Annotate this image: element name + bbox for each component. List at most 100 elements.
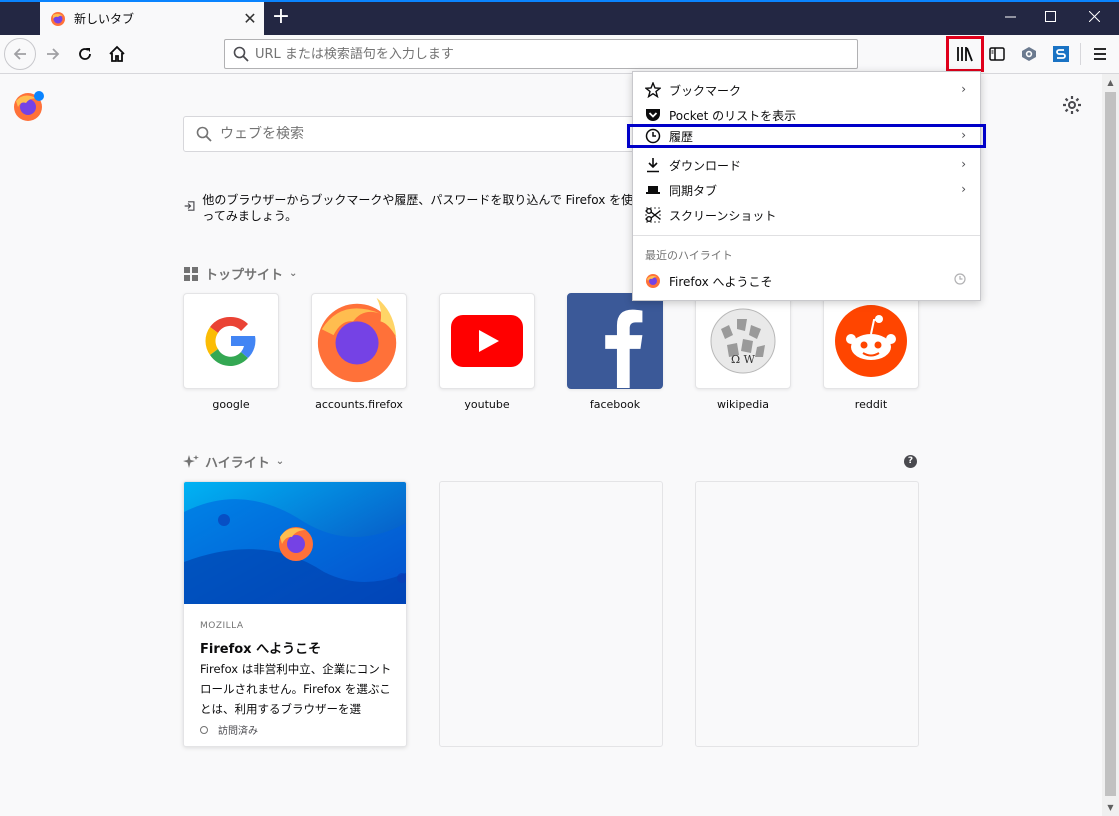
maximize-button[interactable] xyxy=(1028,4,1072,32)
library-menu: ブックマーク › Pocket のリストを表示 履歴 › ダウンロード › 同期… xyxy=(627,71,986,301)
visited-label: 訪問済み xyxy=(218,726,258,737)
facebook-tile-image xyxy=(567,293,663,389)
screenshot-extension-button[interactable] xyxy=(1046,39,1076,69)
gear-icon[interactable] xyxy=(1062,95,1082,115)
reload-button[interactable] xyxy=(70,39,100,69)
home-icon xyxy=(109,45,125,62)
tile-label: youtube xyxy=(464,398,510,411)
scroll-up-arrow[interactable]: ▲ xyxy=(1102,74,1119,91)
wikipedia-tile-image: Ω W xyxy=(695,293,791,389)
chevron-down-icon: ⌄ xyxy=(275,456,285,467)
reddit-tile-image xyxy=(823,293,919,389)
scroll-thumb[interactable] xyxy=(1105,92,1116,796)
youtube-tile-image xyxy=(439,293,535,389)
help-icon[interactable]: ? xyxy=(904,455,917,468)
url-input[interactable] xyxy=(255,46,857,62)
menu-item-label: ダウンロード xyxy=(669,158,742,173)
wikipedia-icon: Ω W xyxy=(710,308,776,374)
menu-item-screenshots[interactable]: スクリーンショット xyxy=(633,203,980,227)
menu-item-history[interactable]: 履歴 › xyxy=(627,124,986,148)
top-site-tile[interactable]: reddit xyxy=(823,293,919,411)
firefox-tile-image xyxy=(311,293,407,389)
recent-highlights-heading: 最近のハイライト xyxy=(645,249,733,262)
library-button[interactable] xyxy=(946,36,984,72)
url-bar[interactable] xyxy=(224,39,858,69)
menu-item-downloads[interactable]: ダウンロード › xyxy=(633,153,980,177)
menu-item-synced-tabs[interactable]: 同期タブ › xyxy=(633,178,980,202)
web-search-input[interactable] xyxy=(220,126,662,142)
vertical-scrollbar[interactable]: ▲ ▼ xyxy=(1102,74,1119,816)
top-site-tile[interactable]: facebook xyxy=(567,293,663,411)
maximize-icon xyxy=(1044,11,1056,22)
menu-item-label: Firefox へようこそ xyxy=(669,274,773,289)
library-icon xyxy=(957,47,973,62)
import-message[interactable]: 他のブラウザーからブックマークや履歴、パスワードを取り込んで Firefox を… xyxy=(183,192,643,224)
sparkle-icon xyxy=(183,454,199,468)
tile-label: accounts.firefox xyxy=(315,398,403,411)
minimize-button[interactable] xyxy=(988,4,1032,32)
menu-item-label: 履歴 xyxy=(669,129,694,144)
chevron-right-icon: › xyxy=(961,182,966,196)
firefox-logo-icon xyxy=(14,91,44,121)
eye-extension-icon xyxy=(1022,47,1036,61)
menu-item-recent-highlight[interactable]: Firefox へようこそ xyxy=(633,269,980,293)
clock-icon xyxy=(954,273,966,288)
sidebar-button[interactable] xyxy=(982,39,1012,69)
highlights-header[interactable]: ハイライト ⌄ xyxy=(183,452,284,471)
visited-icon xyxy=(200,725,208,734)
import-icon xyxy=(184,201,195,211)
highlight-source: MOZILLA xyxy=(200,621,244,631)
scroll-down-arrow[interactable]: ▼ xyxy=(1102,799,1119,816)
menu-button[interactable] xyxy=(1085,39,1115,69)
menu-item-bookmarks[interactable]: ブックマーク › xyxy=(633,78,980,102)
firefox-icon xyxy=(51,11,65,26)
top-site-tile[interactable]: accounts.firefox xyxy=(311,293,407,411)
tile-label: wikipedia xyxy=(716,398,769,411)
youtube-icon xyxy=(451,315,523,367)
highlight-description: Firefox は非営利中立、企業にコントロールされません。Firefox を選… xyxy=(200,662,392,716)
firefox-icon xyxy=(317,297,397,383)
forward-arrow-icon xyxy=(47,48,60,60)
top-site-tile[interactable]: google xyxy=(183,293,279,411)
synced-tabs-icon xyxy=(645,182,661,198)
new-tab-button[interactable]: + xyxy=(266,4,296,32)
nav-bar xyxy=(0,35,1119,74)
star-icon xyxy=(645,82,661,98)
tab-title: 新しいタブ xyxy=(74,12,135,26)
top-sites-title: トップサイト xyxy=(205,268,284,283)
chevron-right-icon: › xyxy=(961,82,966,96)
tab-new-tab[interactable]: 新しいタブ ✕ xyxy=(40,2,264,35)
s-extension-icon xyxy=(1053,46,1069,62)
top-site-tile[interactable]: Ω W wikipedia xyxy=(695,293,791,411)
menu-item-label: Pocket のリストを表示 xyxy=(669,108,797,123)
firefox-icon xyxy=(645,273,661,289)
firefox-hero-image xyxy=(184,482,406,604)
reddit-icon xyxy=(835,305,907,377)
top-sites-header[interactable]: トップサイト ⌄ xyxy=(183,264,297,283)
tile-label: google xyxy=(212,398,250,411)
google-icon xyxy=(205,316,256,366)
visited-status: 訪問済み xyxy=(200,722,258,737)
search-icon xyxy=(196,126,212,142)
highlight-card[interactable]: MOZILLA Firefox へようこそ Firefox は非営利中立、企業に… xyxy=(183,481,407,747)
forward-button[interactable] xyxy=(38,39,68,69)
menu-separator xyxy=(633,235,980,236)
minimize-icon xyxy=(1004,16,1016,18)
scissors-icon xyxy=(645,207,661,223)
grid-icon xyxy=(184,266,198,281)
close-icon xyxy=(1088,10,1100,23)
top-site-tile[interactable]: youtube xyxy=(439,293,535,411)
chevron-right-icon: › xyxy=(961,128,966,142)
reload-icon xyxy=(79,48,91,60)
window-close-button[interactable] xyxy=(1072,4,1116,32)
extension-button[interactable] xyxy=(1014,39,1044,69)
back-button[interactable] xyxy=(4,38,36,70)
web-search-box[interactable] xyxy=(183,116,663,152)
tile-label: reddit xyxy=(854,398,888,411)
hamburger-icon xyxy=(1094,48,1106,60)
sidebar-icon xyxy=(989,47,1005,61)
svg-text:Ω W: Ω W xyxy=(731,353,756,366)
tab-close-button[interactable]: ✕ xyxy=(236,9,264,28)
back-arrow-icon xyxy=(13,48,26,60)
home-button[interactable] xyxy=(102,39,132,69)
